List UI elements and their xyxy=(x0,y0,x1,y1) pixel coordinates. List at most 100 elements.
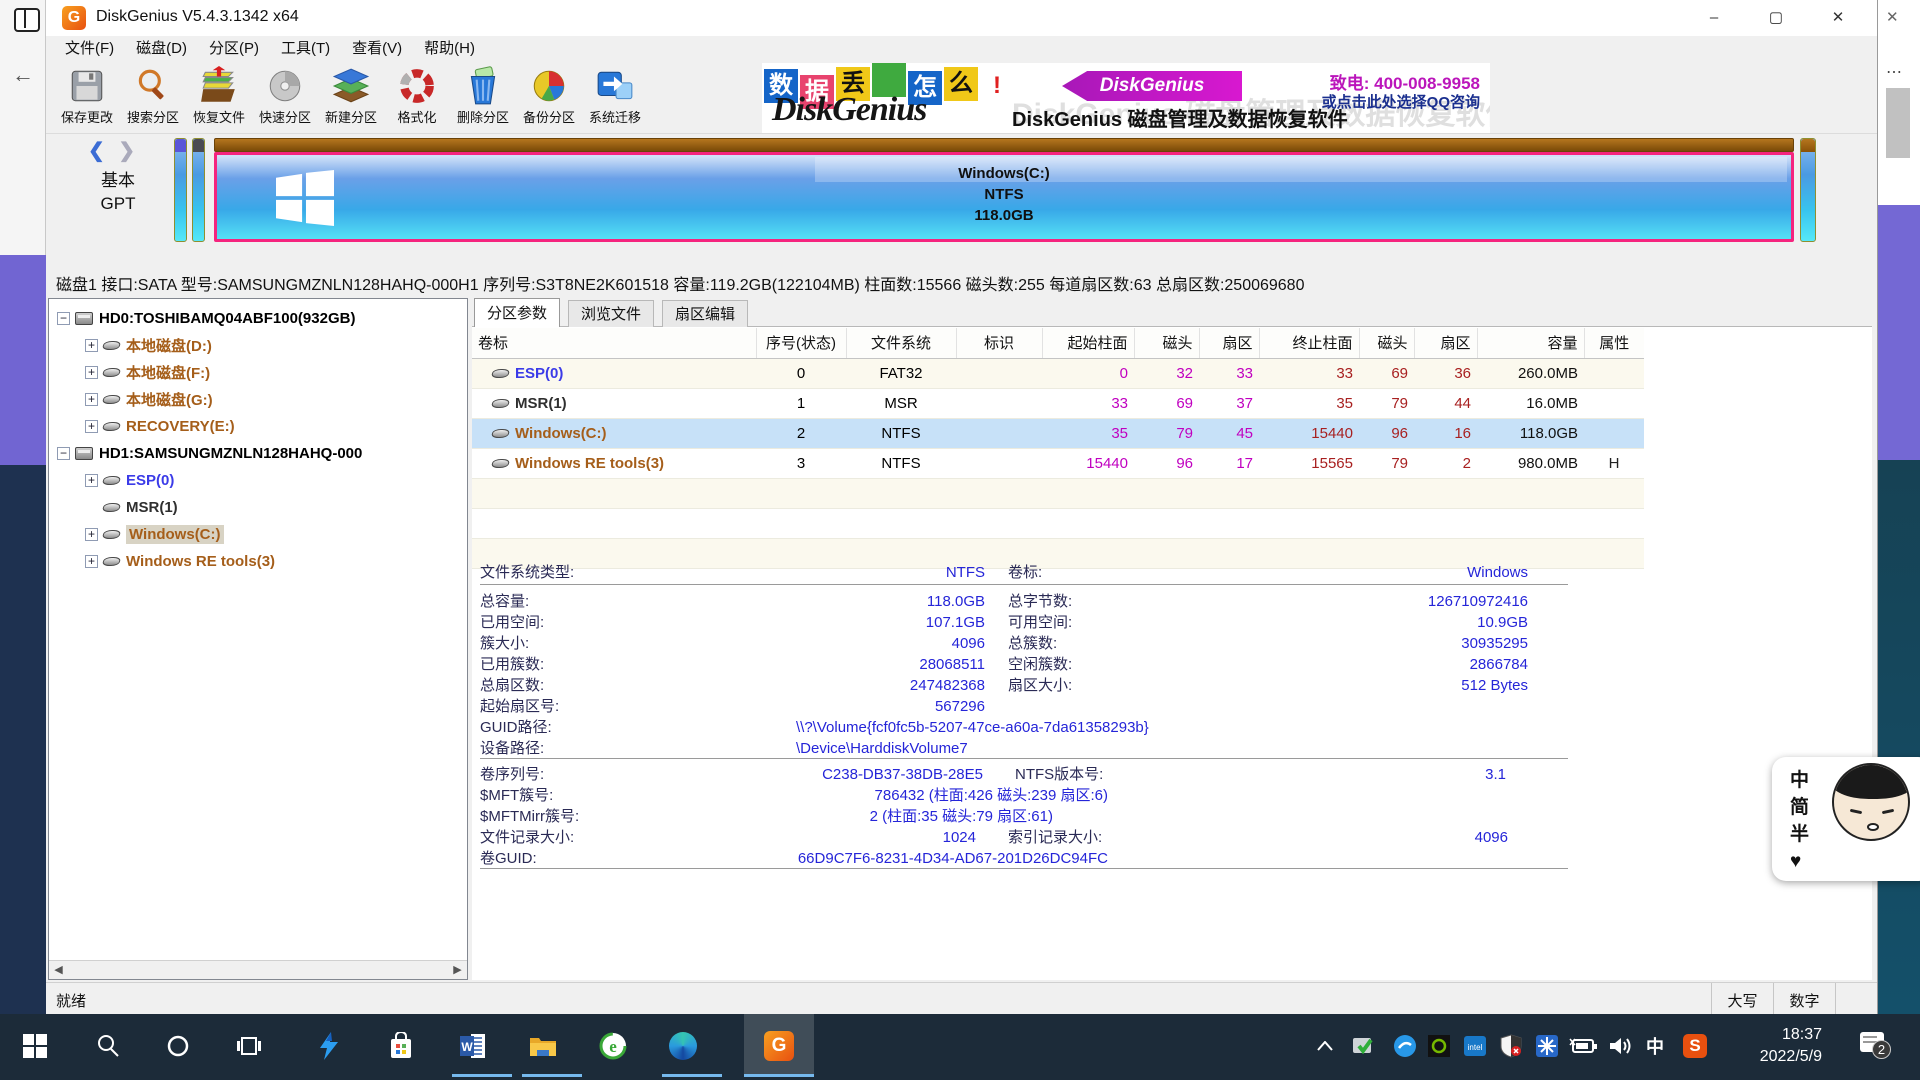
tray-chevron-button[interactable] xyxy=(1310,1014,1340,1077)
background-close-icon[interactable]: ✕ xyxy=(1886,8,1899,26)
col-attr[interactable]: 属性 xyxy=(1584,328,1644,358)
status-resize-grip[interactable] xyxy=(1835,983,1877,1014)
close-button[interactable]: ✕ xyxy=(1807,0,1869,36)
tree-item-msr[interactable]: MSR(1) xyxy=(49,494,467,521)
ime-favorite-icon[interactable]: ♥ xyxy=(1790,848,1809,875)
recover-files-button[interactable]: 恢复文件 xyxy=(186,64,252,132)
tray-intel-button[interactable]: intel xyxy=(1460,1014,1490,1077)
quick-partition-button[interactable]: 快速分区 xyxy=(252,64,318,132)
collapse-icon[interactable]: − xyxy=(57,447,70,460)
menu-help[interactable]: 帮助(H) xyxy=(413,36,486,62)
tree-item-windows-re[interactable]: + Windows RE tools(3) xyxy=(49,548,467,575)
menu-view[interactable]: 查看(V) xyxy=(341,36,413,62)
col-seq[interactable]: 序号(状态) xyxy=(756,328,846,358)
notification-center-button[interactable]: 2 xyxy=(1860,1032,1886,1056)
tray-snowflake-button[interactable] xyxy=(1532,1014,1562,1077)
background-menu-icon[interactable]: ⋯ xyxy=(1886,62,1903,82)
ime-simplified[interactable]: 简 xyxy=(1790,794,1809,821)
tray-nvidia-button[interactable] xyxy=(1424,1014,1454,1077)
word-app-button[interactable]: W xyxy=(450,1014,496,1077)
edge-browser-button[interactable] xyxy=(660,1014,706,1077)
cortana-button[interactable] xyxy=(155,1014,201,1077)
task-view-button[interactable] xyxy=(226,1014,272,1077)
col-start-cyl[interactable]: 起始柱面 xyxy=(1042,328,1134,358)
collapse-icon[interactable]: − xyxy=(57,312,70,325)
tab-partition-params[interactable]: 分区参数 xyxy=(474,298,560,327)
tray-cloud-button[interactable] xyxy=(1390,1014,1420,1077)
tab-browse-files[interactable]: 浏览文件 xyxy=(568,300,654,327)
tree-item-hd0[interactable]: − HD0:TOSHIBAMQ04ABF100(932GB) xyxy=(49,305,467,332)
expand-icon[interactable]: + xyxy=(85,474,98,487)
format-button[interactable]: 格式化 xyxy=(384,64,450,132)
col-end-sector[interactable]: 扇区 xyxy=(1414,328,1477,358)
thunder-app-button[interactable] xyxy=(306,1014,352,1077)
menu-tools[interactable]: 工具(T) xyxy=(270,36,341,62)
taskbar-clock[interactable]: 18:37 2022/5/9 xyxy=(1760,1024,1822,1068)
expand-icon[interactable]: + xyxy=(85,528,98,541)
expand-icon[interactable]: + xyxy=(85,366,98,379)
tray-security-button[interactable] xyxy=(1496,1014,1526,1077)
re-tools-partition-bar[interactable] xyxy=(1800,138,1816,242)
windows-partition-bar[interactable]: Windows(C:) NTFS 118.0GB xyxy=(214,138,1794,242)
ime-halfwidth[interactable]: 半 xyxy=(1790,821,1809,848)
tray-antivirus-button[interactable] xyxy=(1348,1014,1378,1077)
tree-item-local-d[interactable]: + 本地磁盘(D:) xyxy=(49,332,467,359)
minimize-button[interactable]: – xyxy=(1683,0,1745,36)
store-app-button[interactable] xyxy=(378,1014,424,1077)
col-end-cyl[interactable]: 终止柱面 xyxy=(1259,328,1359,358)
col-capacity[interactable]: 容量 xyxy=(1477,328,1584,358)
menu-disk[interactable]: 磁盘(D) xyxy=(125,36,198,62)
prev-disk-arrow-icon[interactable]: ❮ xyxy=(88,140,105,162)
col-flag[interactable]: 标识 xyxy=(956,328,1042,358)
maximize-button[interactable]: ▢ xyxy=(1745,0,1807,36)
scrollbar-thumb[interactable] xyxy=(1886,88,1910,158)
delete-partition-button[interactable]: 删除分区 xyxy=(450,64,516,132)
search-partition-button[interactable]: 搜索分区 xyxy=(120,64,186,132)
taskbar-search-button[interactable] xyxy=(85,1014,131,1077)
table-row-esp[interactable]: ESP(0) 0 FAT32 0 32 33 33 69 36 260.0MB xyxy=(472,358,1644,388)
expand-icon[interactable]: + xyxy=(85,555,98,568)
tray-ime-indicator[interactable]: 中 xyxy=(1640,1014,1670,1077)
backup-partition-button[interactable]: 备份分区 xyxy=(516,64,582,132)
restore-window-icon[interactable] xyxy=(14,8,40,32)
col-filesystem[interactable]: 文件系统 xyxy=(846,328,956,358)
table-row-windows-re[interactable]: Windows RE tools(3) 3 NTFS 15440 96 17 1… xyxy=(472,448,1644,478)
col-volume[interactable]: 卷标 xyxy=(472,328,756,358)
tray-sogou-button[interactable]: S xyxy=(1680,1014,1710,1077)
system-migrate-button[interactable]: 系统迁移 xyxy=(582,64,648,132)
tree-horizontal-scrollbar[interactable]: ◀ ▶ xyxy=(49,960,467,979)
scroll-left-icon[interactable]: ◀ xyxy=(49,961,68,979)
diskgenius-taskbar-button[interactable]: G xyxy=(744,1014,814,1077)
expand-icon[interactable]: + xyxy=(85,339,98,352)
next-disk-arrow-icon[interactable]: ❯ xyxy=(118,140,135,162)
save-changes-button[interactable]: 保存更改 xyxy=(54,64,120,132)
col-start-sector[interactable]: 扇区 xyxy=(1199,328,1259,358)
table-row-msr[interactable]: MSR(1) 1 MSR 33 69 37 35 79 44 16.0MB xyxy=(472,388,1644,418)
tree-item-local-g[interactable]: + 本地磁盘(G:) xyxy=(49,386,467,413)
expand-icon[interactable]: + xyxy=(85,420,98,433)
tree-item-recovery-e[interactable]: + RECOVERY(E:) xyxy=(49,413,467,440)
tree-item-local-f[interactable]: + 本地磁盘(F:) xyxy=(49,359,467,386)
table-row-windows-selected[interactable]: Windows(C:) 2 NTFS 35 79 45 15440 96 16 … xyxy=(472,418,1644,448)
scroll-right-icon[interactable]: ▶ xyxy=(448,961,467,979)
esp-partition-bar[interactable] xyxy=(174,138,187,242)
tab-sector-edit[interactable]: 扇区编辑 xyxy=(662,300,748,327)
tree-item-esp[interactable]: + ESP(0) xyxy=(49,467,467,494)
ime-toolbar-widget[interactable]: 中 简 半 ♥ xyxy=(1772,757,1920,881)
tree-item-hd1[interactable]: − HD1:SAMSUNGMZNLN128HAHQ-000 xyxy=(49,440,467,467)
menu-partition[interactable]: 分区(P) xyxy=(198,36,270,62)
msr-partition-bar[interactable] xyxy=(192,138,205,242)
new-partition-button[interactable]: 新建分区 xyxy=(318,64,384,132)
col-end-head[interactable]: 磁头 xyxy=(1359,328,1414,358)
back-arrow-icon[interactable]: ← xyxy=(12,62,34,88)
menu-file[interactable]: 文件(F) xyxy=(54,36,125,62)
tree-item-windows-c[interactable]: + Windows(C:) xyxy=(49,521,467,548)
banner-ad[interactable]: DiskGenius 磁盘管理及数据恢复软件 数 据 丢 怎 么 ! DiskG… xyxy=(762,63,1490,133)
browser-360-button[interactable]: e xyxy=(590,1014,636,1077)
expand-icon[interactable]: + xyxy=(85,393,98,406)
start-button[interactable] xyxy=(12,1014,58,1077)
tray-power-button[interactable] xyxy=(1568,1014,1598,1077)
file-explorer-button[interactable] xyxy=(520,1014,566,1077)
col-start-head[interactable]: 磁头 xyxy=(1134,328,1199,358)
ime-lang-chinese[interactable]: 中 xyxy=(1790,767,1809,794)
